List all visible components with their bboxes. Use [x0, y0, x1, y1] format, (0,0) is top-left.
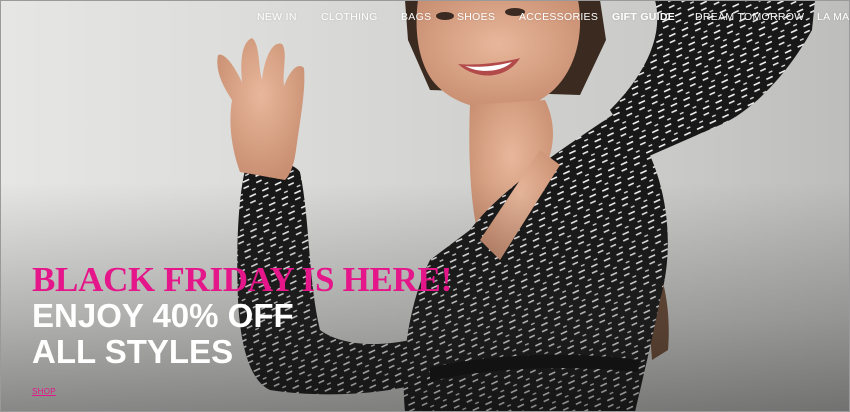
nav-item-accessories[interactable]: ACCESSORIES	[519, 11, 598, 23]
nav-item-la-mai[interactable]: LA MAI	[817, 11, 850, 23]
promo-subline-2: ALL STYLES	[32, 333, 234, 370]
promo-subline-1: ENJOY 40% OFF	[32, 297, 294, 334]
main-navigation: NEW IN CLOTHING BAGS SHOES ACCESSORIES G…	[0, 0, 850, 34]
nav-item-dream-tomorrow[interactable]: DREAM TOMORROW	[695, 11, 804, 23]
nav-item-new-in[interactable]: NEW IN	[257, 11, 297, 23]
nav-item-bags[interactable]: BAGS	[401, 11, 431, 23]
nav-item-gift-guide[interactable]: GIFT GUIDE	[612, 11, 675, 23]
promo-block: BLACK FRIDAY IS HERE! ENJOY 40% OFF ALL …	[32, 262, 452, 370]
promo-headline: BLACK FRIDAY IS HERE!	[32, 260, 452, 299]
shop-link[interactable]: SHOP	[32, 387, 56, 396]
nav-item-shoes[interactable]: SHOES	[457, 11, 495, 23]
nav-item-clothing[interactable]: CLOTHING	[321, 11, 378, 23]
